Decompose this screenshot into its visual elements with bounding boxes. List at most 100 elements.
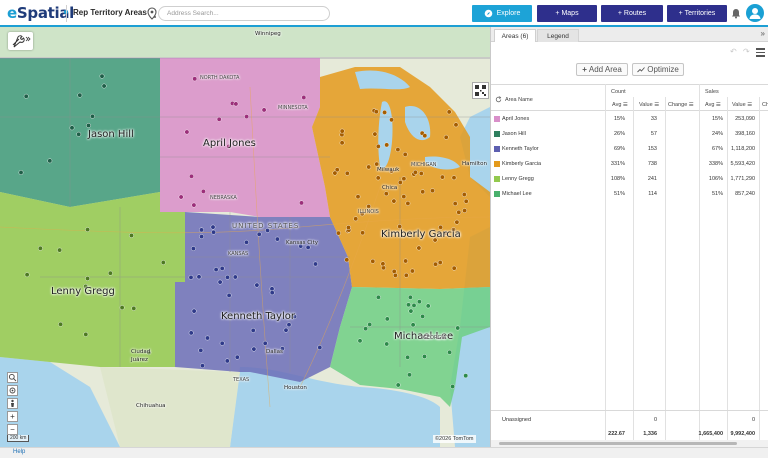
customer-point[interactable] bbox=[392, 272, 398, 278]
customer-point[interactable] bbox=[226, 292, 232, 298]
customer-point[interactable] bbox=[437, 260, 443, 265]
customer-point[interactable] bbox=[101, 83, 107, 89]
customer-point[interactable] bbox=[373, 109, 379, 115]
customer-point[interactable] bbox=[384, 341, 390, 347]
customer-point[interactable] bbox=[395, 382, 401, 388]
customer-point[interactable] bbox=[261, 107, 267, 113]
customer-point[interactable] bbox=[217, 279, 223, 285]
zoom-out-button[interactable]: − bbox=[7, 424, 18, 435]
customer-point[interactable] bbox=[389, 117, 394, 123]
scrollbar-thumb[interactable] bbox=[499, 442, 737, 445]
customer-point[interactable] bbox=[190, 246, 196, 252]
customer-point[interactable] bbox=[160, 260, 166, 265]
customer-point[interactable] bbox=[384, 316, 390, 322]
customer-point[interactable] bbox=[406, 302, 411, 308]
customer-point[interactable] bbox=[233, 101, 239, 107]
customer-point[interactable] bbox=[211, 229, 217, 235]
customer-point[interactable] bbox=[85, 227, 91, 233]
customer-point[interactable] bbox=[225, 274, 230, 280]
customer-point[interactable] bbox=[372, 131, 378, 137]
tab-legend[interactable]: Legend bbox=[537, 29, 579, 42]
customer-point[interactable] bbox=[83, 331, 89, 337]
redo-icon[interactable]: ↷ bbox=[743, 47, 750, 56]
customer-point[interactable] bbox=[450, 384, 455, 389]
customer-point[interactable] bbox=[178, 194, 184, 200]
customer-point[interactable] bbox=[184, 129, 190, 135]
customer-point[interactable] bbox=[430, 188, 435, 194]
customer-point[interactable] bbox=[375, 294, 381, 300]
customer-point[interactable] bbox=[401, 194, 407, 200]
customer-point[interactable] bbox=[200, 363, 205, 369]
customer-point[interactable] bbox=[447, 349, 452, 355]
user-avatar[interactable] bbox=[746, 4, 764, 22]
customer-point[interactable] bbox=[366, 164, 372, 170]
customer-point[interactable] bbox=[234, 354, 240, 360]
zoom-in-button[interactable]: + bbox=[7, 411, 18, 422]
col-count-avg[interactable]: Avg ☰ bbox=[612, 102, 628, 108]
customer-point[interactable] bbox=[57, 247, 62, 253]
search-map-button[interactable] bbox=[7, 372, 18, 383]
customer-point[interactable] bbox=[418, 171, 424, 176]
customer-point[interactable] bbox=[189, 173, 194, 179]
customer-point[interactable] bbox=[357, 338, 363, 344]
customer-point[interactable] bbox=[196, 274, 202, 280]
customer-point[interactable] bbox=[381, 265, 386, 271]
customer-point[interactable] bbox=[453, 122, 459, 128]
maps-button[interactable]: + Maps bbox=[537, 5, 597, 22]
bell-icon[interactable] bbox=[731, 8, 741, 19]
customer-point[interactable] bbox=[219, 340, 225, 346]
customer-point[interactable] bbox=[463, 373, 469, 379]
customer-point[interactable] bbox=[451, 265, 457, 271]
customer-point[interactable] bbox=[299, 200, 304, 206]
tab-areas[interactable]: Areas (6) bbox=[494, 29, 536, 42]
customer-point[interactable] bbox=[375, 144, 381, 149]
customer-point[interactable] bbox=[346, 225, 351, 230]
customer-point[interactable] bbox=[210, 224, 216, 230]
customer-point[interactable] bbox=[313, 261, 318, 267]
customer-point[interactable] bbox=[355, 194, 361, 200]
customer-point[interactable] bbox=[99, 73, 105, 79]
customer-point[interactable] bbox=[199, 227, 204, 233]
map-tools-button[interactable] bbox=[8, 32, 33, 50]
customer-point[interactable] bbox=[367, 322, 373, 327]
customer-point[interactable] bbox=[18, 170, 24, 175]
customer-point[interactable] bbox=[456, 209, 462, 215]
customer-point[interactable] bbox=[269, 290, 275, 296]
customer-point[interactable] bbox=[339, 140, 345, 146]
customer-point[interactable] bbox=[119, 305, 125, 310]
customer-point[interactable] bbox=[192, 76, 198, 82]
customer-point[interactable] bbox=[407, 372, 412, 378]
customer-point[interactable] bbox=[416, 299, 422, 305]
qr-code-button[interactable] bbox=[472, 82, 489, 99]
customer-point[interactable] bbox=[244, 239, 249, 245]
customer-point[interactable] bbox=[108, 270, 113, 276]
customer-point[interactable] bbox=[232, 274, 238, 280]
table-row[interactable]: Jason Hill 26% 57 24% 398,160 bbox=[491, 127, 768, 142]
customer-point[interactable] bbox=[47, 158, 53, 164]
customer-point[interactable] bbox=[38, 245, 43, 251]
customer-point[interactable] bbox=[391, 198, 397, 204]
unassigned-row[interactable]: Unassigned 0 0 bbox=[491, 413, 768, 428]
territories-button[interactable]: + Territories bbox=[667, 5, 727, 22]
customer-point[interactable] bbox=[344, 257, 350, 263]
customer-point[interactable] bbox=[383, 191, 389, 197]
customer-point[interactable] bbox=[401, 176, 407, 182]
customer-point[interactable] bbox=[374, 161, 380, 167]
customer-point[interactable] bbox=[391, 268, 397, 274]
customer-point[interactable] bbox=[353, 216, 359, 222]
customer-point[interactable] bbox=[452, 201, 458, 207]
customer-point[interactable] bbox=[191, 202, 197, 208]
customer-point[interactable] bbox=[375, 175, 381, 181]
col-sales-avg[interactable]: Avg ☰ bbox=[705, 102, 721, 108]
customer-point[interactable] bbox=[451, 175, 457, 181]
customer-point[interactable] bbox=[422, 133, 428, 139]
customer-point[interactable] bbox=[301, 95, 307, 100]
col-area-name[interactable]: Area Name bbox=[505, 97, 533, 103]
table-row[interactable]: Kimberly Garcia 331% 738 338% 5,593,420 bbox=[491, 157, 768, 172]
optimize-button[interactable]: Optimize bbox=[632, 63, 684, 76]
routes-button[interactable]: + Routes bbox=[601, 5, 663, 22]
customer-point[interactable] bbox=[274, 236, 280, 242]
customer-point[interactable] bbox=[409, 268, 415, 274]
customer-point[interactable] bbox=[433, 261, 438, 267]
customer-point[interactable] bbox=[443, 134, 449, 140]
